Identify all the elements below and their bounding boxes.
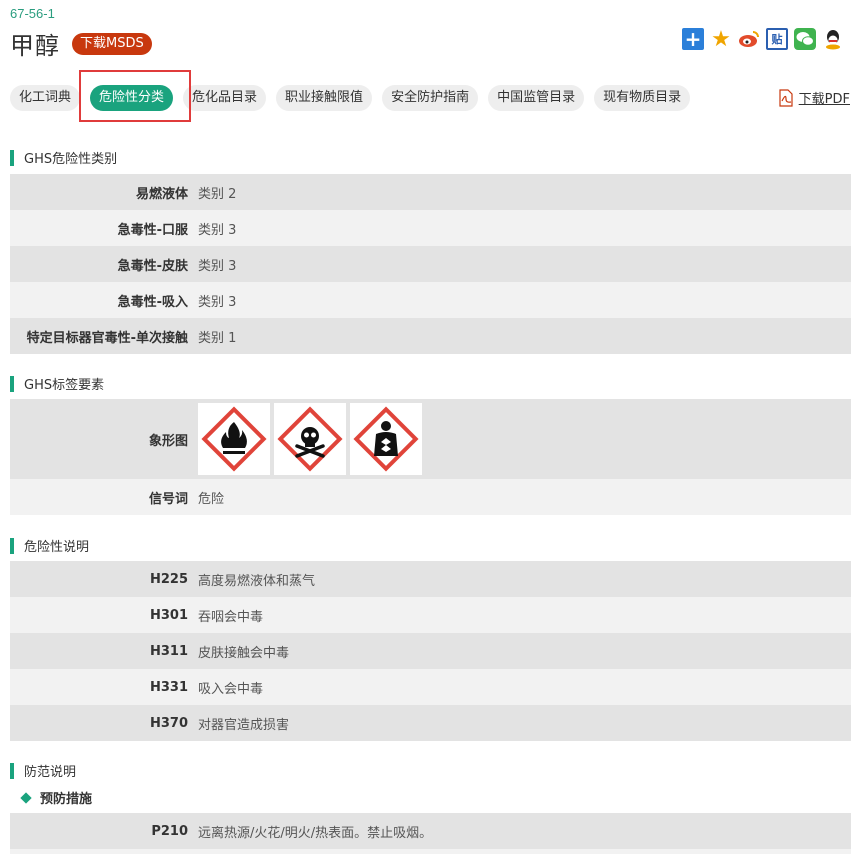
pictogram-list (198, 403, 422, 475)
precaution-heading: 防范说明 (10, 761, 76, 780)
download-pdf-label: 下载PDF (798, 92, 850, 107)
tab-highlight-box: 危险性分类 (79, 70, 192, 122)
share-bar: + ★ 贴 (682, 27, 844, 52)
table-row: P210 远离热源/火花/明火/热表面。禁止吸烟。 (10, 813, 851, 849)
ghs-label-table: 象形图 信号词 危险 (10, 399, 851, 515)
tab-existing-substances-list[interactable]: 现有物质目录 (594, 85, 691, 111)
skull-crossbones-icon (274, 403, 346, 475)
plus-icon[interactable]: + (682, 27, 704, 51)
diamond-icon (20, 791, 32, 804)
ghs-class-table: 易燃液体 类别 2 急毒性-口服 类别 3 急毒性-皮肤 类别 3 急毒性-吸入 类别 … (10, 174, 851, 354)
tieba-icon[interactable]: 贴 (766, 28, 788, 50)
tab-hazardous-chemicals-list[interactable]: 危化品目录 (183, 85, 267, 111)
tab-chem-dictionary[interactable]: 化工词典 (10, 85, 81, 111)
ghs-class-heading: GHS危险性类别 (10, 148, 117, 167)
table-row: H370 对器官造成损害 (10, 705, 851, 741)
download-pdf-link[interactable]: 下载PDF (778, 88, 850, 107)
table-row (10, 849, 851, 854)
flame-icon (198, 403, 270, 475)
prevention-subheading: 预防措施 (20, 788, 92, 807)
pdf-icon (779, 88, 793, 107)
qq-icon[interactable] (822, 28, 844, 50)
table-row: H311 皮肤接触会中毒 (10, 633, 851, 669)
download-msds-button[interactable]: 下载MSDS (72, 32, 152, 55)
tab-safety-guide[interactable]: 安全防护指南 (382, 85, 479, 111)
tab-occupational-exposure-limits[interactable]: 职业接触限值 (276, 85, 373, 111)
hazard-statement-heading: 危险性说明 (10, 536, 89, 555)
table-row: 特定目标器官毒性-单次接触 类别 1 (10, 318, 851, 354)
wechat-icon[interactable] (794, 28, 816, 50)
star-icon[interactable]: ★ (710, 27, 732, 52)
page-title: 甲醇 (10, 32, 60, 60)
weibo-icon[interactable] (738, 28, 760, 50)
tab-china-regulatory-list[interactable]: 中国监管目录 (488, 85, 585, 111)
cas-number: 67-56-1 (10, 6, 55, 21)
table-row: H225 高度易燃液体和蒸气 (10, 561, 851, 597)
table-row: 急毒性-口服 类别 3 (10, 210, 851, 246)
table-row: 急毒性-皮肤 类别 3 (10, 246, 851, 282)
table-row: H301 吞咽会中毒 (10, 597, 851, 633)
hazard-statement-table: H225 高度易燃液体和蒸气 H301 吞咽会中毒 H311 皮肤接触会中毒 H331… (10, 561, 851, 741)
table-row: H331 吸入会中毒 (10, 669, 851, 705)
tab-hazard-classification[interactable]: 危险性分类 (90, 85, 174, 111)
table-row: 象形图 (10, 399, 851, 479)
table-row: 信号词 危险 (10, 479, 851, 515)
tab-bar: 化工词典 危险性分类 危化品目录 职业接触限值 安全防护指南 中国监管目录 现有… (10, 70, 691, 122)
precaution-table: P210 远离热源/火花/明火/热表面。禁止吸烟。 (10, 813, 851, 854)
health-hazard-icon (350, 403, 422, 475)
table-row: 易燃液体 类别 2 (10, 174, 851, 210)
ghs-label-heading: GHS标签要素 (10, 374, 104, 393)
table-row: 急毒性-吸入 类别 3 (10, 282, 851, 318)
